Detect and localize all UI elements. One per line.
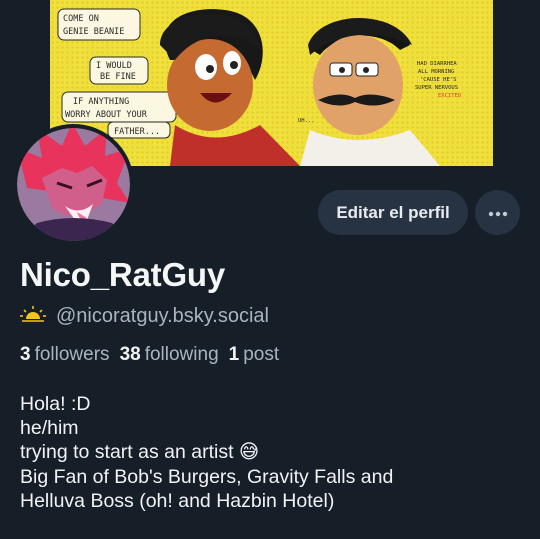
following-count: 38 [119, 344, 141, 365]
sunrise-icon [20, 304, 46, 329]
side-note-5: EXCITED [438, 93, 461, 99]
bubble-text-3: I WOULD [96, 61, 132, 71]
bio-line: Hola! :D [20, 393, 91, 415]
followers-label: followers [34, 344, 110, 365]
bio-line: he/him [20, 417, 79, 440]
bubble-text-1: COME ON [63, 14, 99, 24]
side-note-1: HAD DIARRHEA [417, 61, 457, 67]
bubble-text-5: IF ANYTHING [73, 97, 129, 107]
bio-line: Big Fan of Bob's Burgers, Gravity Falls … [20, 465, 394, 488]
posts-label: post [243, 344, 280, 365]
posts-count: 1 [228, 344, 240, 365]
side-note-4: SUPER NERVOUS [415, 85, 458, 91]
bubble-text-2: GENIE BEANIE [63, 27, 124, 37]
display-name: Nico_RatGuy [20, 256, 226, 293]
followers-count: 3 [20, 344, 31, 365]
side-note-2: ALL MORNING [418, 69, 454, 75]
bubble-text-6: WORRY ABOUT YOUR [65, 110, 148, 120]
posts-stat: 1 post [229, 344, 280, 366]
following-label: following [144, 344, 219, 365]
profile-handle: @nicoratguy.bsky.social [56, 304, 269, 327]
profile-bio: Hola! :D he/him trying to start as an ar… [20, 392, 530, 513]
bio-line: trying to start as an artist 😅 [20, 441, 260, 464]
banner-murmur: UH... [298, 118, 315, 124]
following-link[interactable]: 38 following [120, 344, 219, 366]
bubble-text-7: FATHER... [114, 127, 160, 137]
avatar[interactable] [13, 124, 134, 245]
handle-row: @nicoratguy.bsky.social [20, 302, 269, 330]
profile-stats: 3 followers 38 following 1 post [20, 344, 279, 366]
followers-link[interactable]: 3 followers [20, 344, 110, 366]
bubble-text-4: BE FINE [100, 72, 136, 82]
bio-line: Helluva Boss (oh! and Hazbin Hotel) [20, 489, 335, 512]
more-options-button[interactable] [475, 190, 520, 235]
edit-profile-button[interactable]: Editar el perfil [318, 190, 468, 235]
ellipsis-icon [488, 205, 508, 220]
side-note-3: 'CAUSE HE'S [420, 77, 456, 83]
